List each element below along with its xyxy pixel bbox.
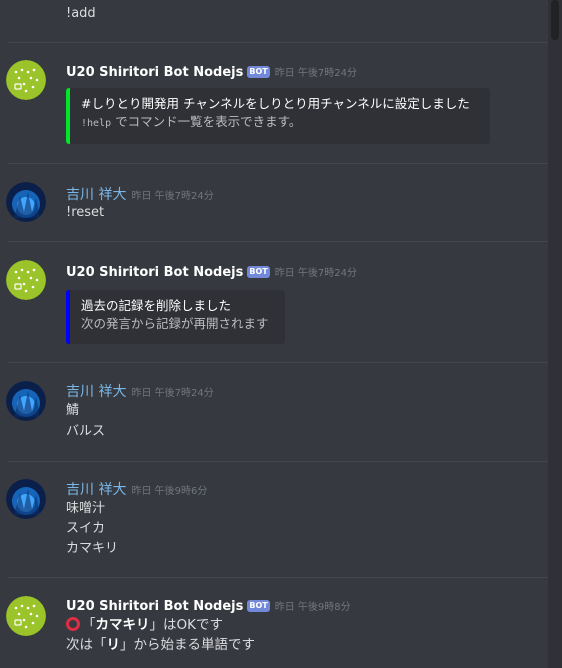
message-text: 次は「リ」から始まる単語です [66, 635, 255, 656]
ok-text: はOKです [163, 617, 223, 633]
quote-close: 」 [149, 617, 164, 633]
user-avatar[interactable] [6, 182, 46, 222]
message-header: 吉川 祥大 昨日 午後7時24分 [66, 184, 214, 204]
bot-avatar[interactable] [6, 260, 46, 300]
message-header: 吉川 祥大 昨日 午後9時6分 [66, 479, 207, 499]
message-header: 吉川 祥大 昨日 午後7時24分 [66, 381, 214, 401]
user-avatar[interactable] [6, 479, 46, 519]
message-header: U20 Shiritori Bot Nodejs BOT 昨日 午後7時24分 [66, 264, 357, 280]
author-name[interactable]: 吉川 祥大 [66, 187, 126, 203]
scrollbar-track[interactable] [548, 0, 562, 668]
message-text: 「カマキリ」はOKです [66, 615, 223, 636]
accepted-word: カマキリ [95, 617, 150, 633]
next-kana: リ [106, 637, 121, 653]
next-suffix: 」から始まる単語です [120, 637, 255, 653]
timestamp: 昨日 午後7時24分 [131, 388, 214, 399]
embed: #しりとり開発用 チャンネルをしりとり用チャンネルに設定しました !help で… [66, 88, 490, 144]
timestamp: 昨日 午後7時24分 [274, 268, 357, 279]
message-divider [8, 461, 548, 462]
timestamp: 昨日 午後7時24分 [131, 191, 214, 202]
message-header: U20 Shiritori Bot Nodejs BOT 昨日 午後9時8分 [66, 598, 351, 614]
bot-tag: BOT [247, 66, 270, 78]
author-name[interactable]: U20 Shiritori Bot Nodejs [66, 599, 243, 614]
timestamp: 昨日 午後9時8分 [274, 602, 351, 613]
embed-description: 次の発言から記録が再開されます [81, 316, 269, 331]
red-circle-icon [66, 617, 80, 631]
author-name[interactable]: U20 Shiritori Bot Nodejs [66, 265, 243, 280]
user-avatar[interactable] [6, 381, 46, 421]
message-text: バルス [66, 424, 106, 439]
inline-code: !help [81, 118, 112, 129]
embed: 過去の記録を削除しました 次の発言から記録が再開されます [66, 290, 285, 344]
message-divider [8, 163, 548, 164]
scrollbar-thumb[interactable] [551, 0, 559, 40]
message-text: 味噌汁 [66, 501, 106, 516]
message-header: U20 Shiritori Bot Nodejs BOT 昨日 午後7時24分 [66, 64, 357, 80]
bot-avatar[interactable] [6, 596, 46, 636]
bot-tag: BOT [247, 600, 270, 612]
message-text: スイカ [66, 521, 106, 536]
bot-tag: BOT [247, 266, 270, 278]
bot-avatar[interactable] [6, 60, 46, 100]
message-divider [8, 241, 548, 242]
message-divider [8, 577, 548, 578]
message-text: 鯖 [66, 403, 80, 418]
embed-title: 過去の記録を削除しました [81, 298, 232, 313]
message-text: !reset [66, 205, 105, 220]
timestamp: 昨日 午後7時24分 [274, 68, 357, 79]
message-divider [8, 362, 548, 363]
message-text: !add [66, 6, 96, 21]
message-text: カマキリ [66, 541, 119, 556]
embed-description: !help でコマンド一覧を表示できます。 [81, 113, 480, 133]
author-name[interactable]: 吉川 祥大 [66, 384, 126, 400]
embed-description-text: でコマンド一覧を表示できます。 [115, 114, 302, 129]
quote-open: 「 [82, 617, 96, 633]
embed-title: #しりとり開発用 チャンネルをしりとり用チャンネルに設定しました [81, 96, 470, 111]
author-name[interactable]: 吉川 祥大 [66, 482, 126, 498]
timestamp: 昨日 午後9時6分 [131, 486, 208, 497]
author-name[interactable]: U20 Shiritori Bot Nodejs [66, 65, 243, 80]
next-prefix: 次は「 [66, 637, 107, 653]
message-divider [8, 42, 548, 43]
